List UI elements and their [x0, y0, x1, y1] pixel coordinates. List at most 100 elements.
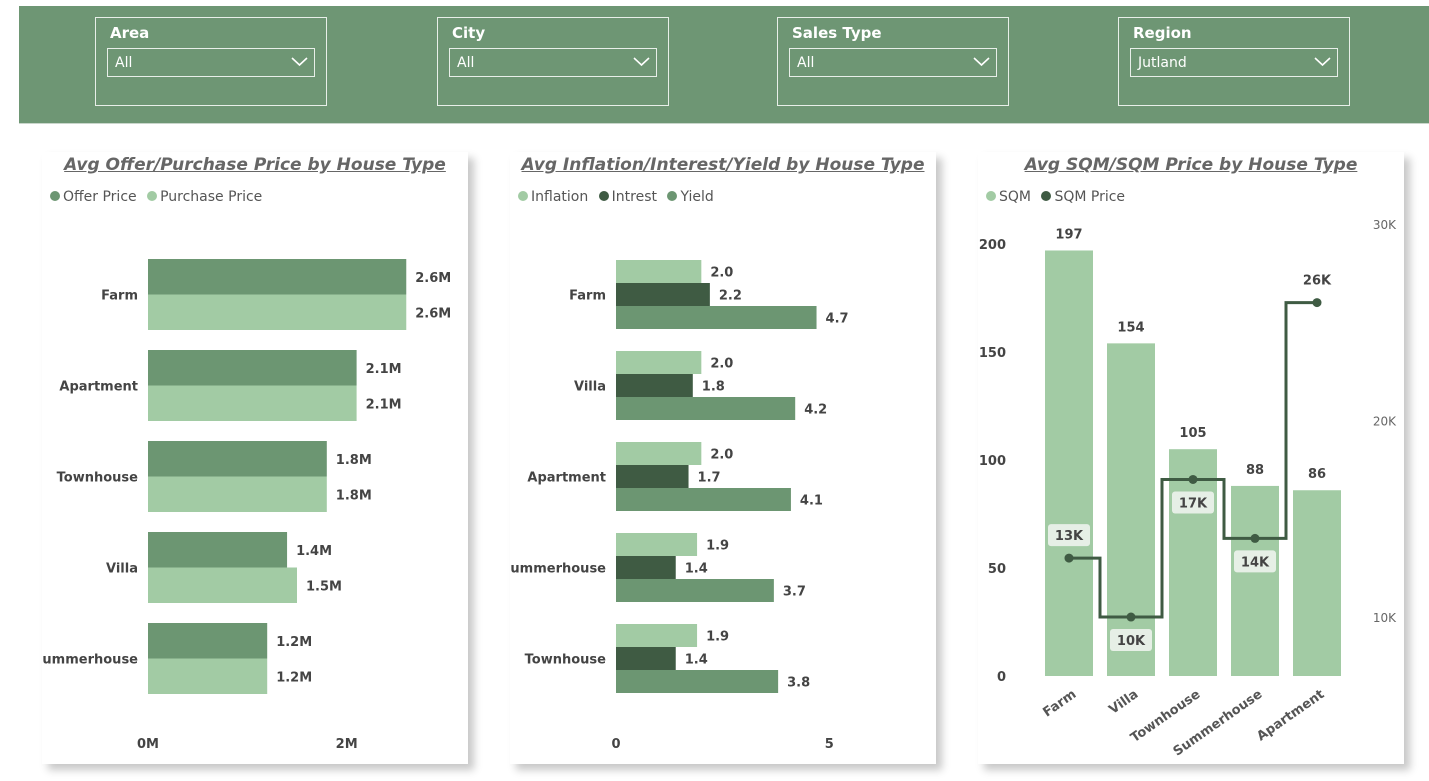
legend-label: Purchase Price: [160, 189, 263, 205]
bar-offer-price: [148, 532, 288, 568]
chart-title: Avg Offer/Purchase Price by House Type: [64, 155, 446, 175]
bar-offer-price: [148, 623, 268, 659]
rates-chart-panel[interactable]: Farm 2.0 2.2 4.7 Villa 2.0 1.8 4.2 Apartment 2.0 1…: [510, 152, 936, 764]
category-label: Farm: [101, 289, 138, 304]
price-chart-panel[interactable]: Farm 2.6M 2.6M Apartment 2.1M 2.1M Townhouse 1.…: [42, 152, 468, 764]
legend-item-purchase-price[interactable]: Purchase Price: [147, 189, 262, 205]
data-label: 1.8: [702, 380, 725, 395]
bar-inflation: [616, 351, 702, 374]
data-label: 2.0: [710, 448, 733, 463]
data-label: 13K: [1055, 529, 1084, 544]
bar-purchase-price: [148, 294, 407, 330]
data-label: 1.8M: [336, 453, 372, 468]
chart-title: Avg Inflation/Interest/Yield by House Ty…: [521, 155, 925, 175]
y2-tick-label: 30K: [1373, 218, 1397, 232]
legend-item-sqm-price[interactable]: SQM Price: [1041, 189, 1125, 205]
region-slicer: Region Jutland: [1118, 17, 1350, 106]
chart-legend: SQM SQM Price: [986, 189, 1131, 205]
data-label: 2.1M: [366, 362, 402, 377]
y-tick-label: 200: [979, 238, 1006, 253]
data-label: 2.2: [719, 289, 742, 304]
bar-offer-price: [148, 441, 327, 477]
data-label: 154: [1117, 320, 1144, 335]
bar-sqm: [1231, 485, 1279, 676]
bar-sqm: [1293, 490, 1341, 676]
bar-intrest: [616, 465, 689, 488]
bar-yield: [616, 670, 779, 693]
y2-tick-label: 20K: [1373, 415, 1397, 429]
legend-item-offer-price[interactable]: Offer Price: [50, 189, 137, 205]
chart-title: Avg SQM/SQM Price by House Type: [1024, 155, 1358, 175]
data-label: 10K: [1117, 634, 1146, 649]
data-label: 3.8: [787, 676, 810, 691]
x-tick-label: 5: [825, 737, 834, 752]
x-tick-label: 0: [611, 737, 620, 752]
data-label: 1.9: [706, 539, 729, 554]
point-sqm-price: [1188, 474, 1198, 484]
y-tick-label: 100: [979, 454, 1006, 469]
legend-dot: [667, 191, 678, 201]
y-tick-label: 0: [997, 670, 1006, 685]
category-label: Townhouse: [525, 653, 607, 668]
legend-item-intrest[interactable]: Intrest: [598, 189, 657, 205]
category-label: Summerhouse: [42, 653, 138, 668]
category-label: Farm: [569, 289, 606, 304]
legend-dot: [598, 191, 609, 201]
bar-inflation: [616, 260, 702, 283]
x-tick-label: Apartment: [1254, 687, 1327, 744]
legend-item-yield[interactable]: Yield: [667, 189, 714, 205]
area-slicer: Area All: [95, 17, 327, 106]
bar-yield: [616, 579, 774, 602]
legend-dot: [147, 191, 158, 201]
price-chart: Farm 2.6M 2.6M Apartment 2.1M 2.1M Townhouse 1.…: [42, 259, 451, 752]
filter-bar: Area All City All Sales Type All Region …: [19, 6, 1429, 124]
area-dropdown[interactable]: All: [107, 48, 315, 77]
bar-intrest: [616, 556, 676, 579]
category-label: Townhouse: [57, 471, 139, 486]
chevron-down-icon: [291, 57, 308, 67]
legend-label: Offer Price: [63, 189, 137, 205]
legend-item-sqm[interactable]: SQM: [986, 189, 1031, 205]
data-label: 2.0: [710, 266, 733, 281]
rates-chart: Farm 2.0 2.2 4.7 Villa 2.0 1.8 4.2 Apartment 2.0 1…: [510, 260, 849, 752]
bar-offer-price: [148, 350, 357, 386]
bar-sqm: [1107, 343, 1155, 676]
category-label: Summerhouse: [510, 562, 606, 577]
region-dropdown[interactable]: Jutland: [1130, 48, 1338, 77]
chevron-down-icon: [1314, 57, 1331, 67]
data-label: 2.1M: [366, 397, 402, 412]
chart-legend: Offer Price Purchase Price: [50, 189, 268, 205]
bar-sqm: [1045, 250, 1093, 676]
sqm-chart-panel[interactable]: 0 50 100 150 200 10K 20K 30K 197 Farm 154 Villa 105 T…: [978, 152, 1404, 764]
bar-inflation: [616, 533, 698, 556]
sales-type-dropdown[interactable]: All: [789, 48, 997, 77]
bar-purchase-price: [148, 567, 297, 603]
data-label: 88: [1246, 463, 1264, 478]
legend-dot: [986, 191, 996, 201]
slicer-value: All: [115, 55, 133, 71]
chart-legend: Inflation Intrest Yield: [518, 189, 720, 205]
category-label: Apartment: [59, 380, 138, 395]
point-sqm-price: [1064, 553, 1074, 563]
data-label: 1.2M: [276, 635, 312, 650]
sales-type-slicer: Sales Type All: [777, 17, 1009, 106]
legend-item-inflation[interactable]: Inflation: [518, 189, 588, 205]
bar-yield: [616, 397, 796, 420]
legend-label: SQM Price: [1054, 189, 1126, 205]
data-label: 3.7: [783, 585, 806, 600]
chevron-down-icon: [973, 57, 990, 67]
sqm-chart: 05010015020010K20K30K197Farm154Villa105T…: [979, 218, 1397, 759]
bar-purchase-price: [148, 385, 357, 421]
bar-inflation: [616, 442, 702, 465]
y2-tick-label: 10K: [1373, 611, 1397, 625]
bar-yield: [616, 306, 817, 329]
bar-intrest: [616, 647, 676, 670]
x-tick-label: Villa: [1106, 687, 1141, 718]
data-label: 1.4: [685, 653, 708, 668]
data-label: 1.5M: [306, 579, 342, 594]
point-sqm-price: [1312, 298, 1322, 308]
data-label: 2.6M: [415, 271, 451, 286]
x-tick-label: 0M: [137, 737, 159, 752]
city-dropdown[interactable]: All: [449, 48, 657, 77]
data-label: 1.7: [698, 471, 721, 486]
